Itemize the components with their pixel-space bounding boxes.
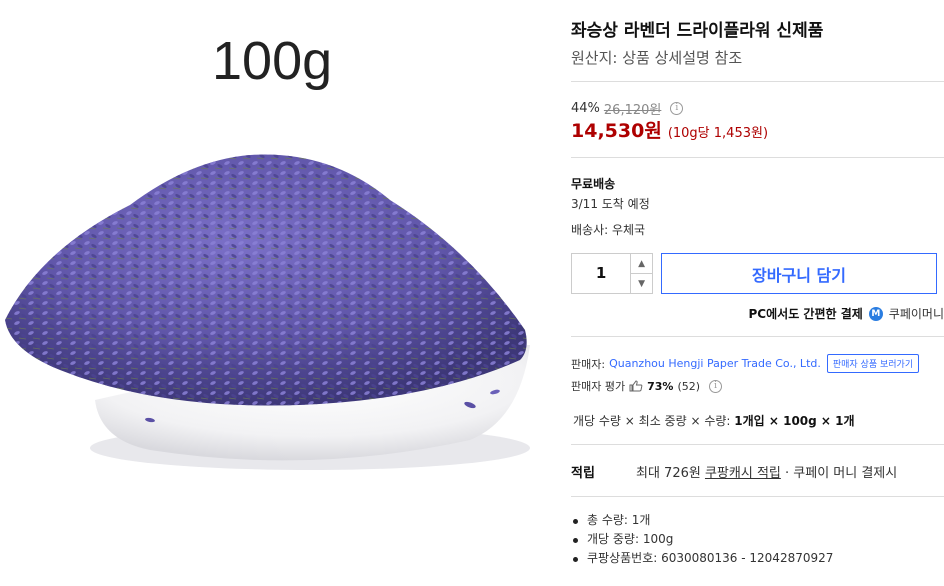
- decrease-quantity-button[interactable]: ▼: [631, 274, 652, 293]
- info-icon[interactable]: i: [670, 102, 684, 115]
- seller-row: 판매자: Quanzhou Hengji Paper Trade Co., Lt…: [571, 354, 920, 373]
- coupang-cash-link[interactable]: 쿠팡캐시 적립: [705, 466, 781, 481]
- product-details-list: 총 수량: 1개 개당 중량: 100g 쿠팡상품번호: 6030080136 …: [571, 511, 833, 568]
- quantity-info-label: 개당 수량 × 최소 중량 × 수량:: [573, 414, 735, 428]
- info-icon[interactable]: i: [709, 379, 723, 393]
- product-origin: 원산지: 상품 상세설명 참조: [571, 49, 743, 67]
- shipping-badge: 무료배송: [571, 177, 616, 191]
- seller-rating-count: (52): [677, 379, 701, 393]
- list-item: 개당 중량: 100g: [571, 530, 833, 549]
- unit-price: (10g당 1,453원): [667, 126, 769, 141]
- shipping-carrier: 배송사: 우체국: [571, 223, 646, 237]
- seller-label: 판매자:: [571, 357, 606, 371]
- image-weight-caption: 100g: [212, 31, 333, 91]
- reward-text: 최대 726원 쿠팡캐시 적립 · 쿠페이 머니 결제시: [636, 462, 897, 481]
- product-info-panel: 좌승상 라벤더 드라이플라워 신제품 원산지: 상품 상세설명 참조 44% 2…: [571, 0, 944, 586]
- coupay-money-label: 쿠페이머니: [888, 307, 944, 321]
- add-to-cart-button[interactable]: 장바구니 담기: [661, 253, 937, 294]
- reward-condition: · 쿠페이 머니 결제시: [780, 466, 898, 481]
- arrival-date: 3/11 도착 예정: [571, 197, 650, 211]
- thumbs-up-icon: [629, 380, 643, 392]
- pc-pay-row: PC에서도 간편한 결제 M 쿠페이머니: [749, 305, 944, 322]
- increase-quantity-button[interactable]: ▲: [631, 254, 652, 274]
- seller-products-button[interactable]: 판매자 상품 보러가기: [826, 354, 920, 373]
- discount-rate: 44%: [571, 101, 600, 116]
- reward-amount: 최대 726원: [636, 466, 705, 481]
- seller-name-link[interactable]: Quanzhou Hengji Paper Trade Co., Ltd.: [609, 357, 821, 370]
- quantity-stepper: 1 ▲ ▼: [571, 253, 653, 294]
- quantity-info-value: 1개입 × 100g × 1개: [734, 414, 855, 428]
- pc-pay-text: PC에서도 간편한 결제: [748, 307, 863, 321]
- reward-label: 적립: [571, 466, 595, 481]
- sale-price: 14,530원: [571, 120, 662, 142]
- list-item: 쿠팡상품번호: 6030080136 - 12042870927: [571, 549, 833, 568]
- chevron-down-icon: ▼: [638, 278, 646, 289]
- divider: [571, 496, 944, 497]
- reward-row: 적립 최대 726원 쿠팡캐시 적립 · 쿠페이 머니 결제시: [571, 462, 944, 481]
- product-image[interactable]: 100g: [0, 0, 545, 586]
- coupay-icon: M: [868, 306, 883, 321]
- divider: [571, 444, 944, 445]
- seller-rating-percent: 73%: [647, 379, 674, 393]
- divider: [571, 81, 944, 82]
- quantity-stepper-buttons: ▲ ▼: [631, 254, 652, 293]
- seller-rating-label: 판매자 평가: [571, 380, 626, 393]
- price-row: 14,530원 (10g당 1,453원): [571, 116, 768, 143]
- quantity-info: 개당 수량 × 최소 중량 × 수량: 1개입 × 100g × 1개: [573, 412, 855, 429]
- seller-rating-row: 판매자 평가 73% (52) i: [571, 378, 723, 394]
- product-title: 좌승상 라벤더 드라이플라워 신제품: [571, 21, 824, 41]
- list-item: 총 수량: 1개: [571, 511, 833, 530]
- chevron-up-icon: ▲: [638, 258, 646, 269]
- divider: [571, 336, 944, 337]
- quantity-input[interactable]: 1: [572, 254, 632, 293]
- divider: [571, 157, 944, 158]
